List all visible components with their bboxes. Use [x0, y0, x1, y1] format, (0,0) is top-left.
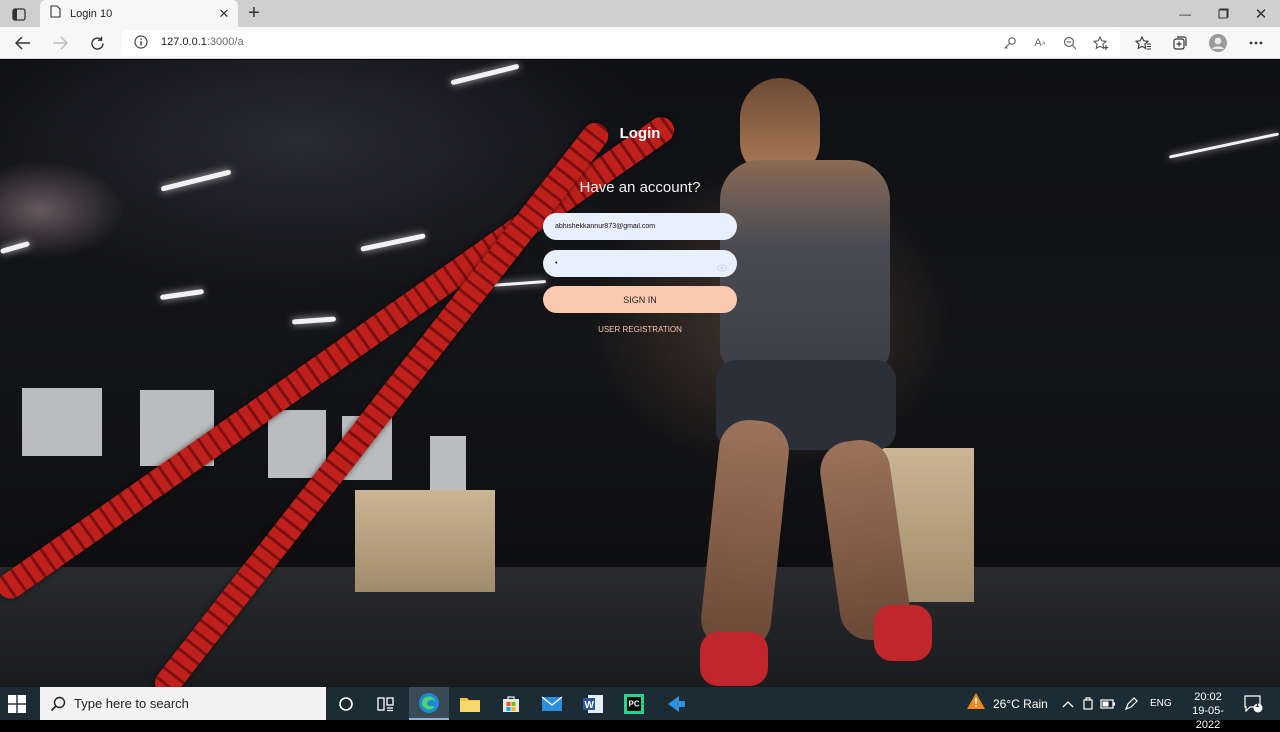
search-placeholder: Type here to search — [74, 696, 189, 711]
weather-icon — [966, 692, 986, 715]
taskbar-search-box[interactable]: Type here to search — [40, 687, 326, 720]
favorites-icon[interactable] — [1131, 31, 1155, 55]
pycharm-icon[interactable]: PC — [614, 687, 654, 720]
show-hidden-icons[interactable] — [1062, 687, 1074, 720]
browser-tab[interactable]: Login 10 ✕ — [40, 0, 238, 27]
search-icon — [50, 696, 66, 712]
cortana-icon[interactable] — [326, 687, 366, 720]
device-icon[interactable] — [1082, 687, 1094, 720]
page-icon — [50, 4, 61, 23]
url-path: :3000/a — [206, 36, 244, 48]
mail-icon[interactable] — [532, 687, 572, 720]
login-page: Login Have an account? SIGN IN USER REGI… — [0, 60, 1280, 687]
sign-in-button[interactable]: SIGN IN — [543, 286, 737, 313]
svg-text:W: W — [585, 700, 595, 711]
user-registration-link[interactable]: USER REGISTRATION — [0, 325, 1280, 334]
tab-title: Login 10 — [70, 7, 113, 20]
profile-avatar[interactable] — [1206, 31, 1230, 55]
windows-start-icon[interactable] — [8, 695, 28, 713]
new-tab-button[interactable]: + — [244, 3, 264, 23]
address-bar[interactable]: 127.0.0.1:3000/a A» — [122, 30, 1120, 56]
password-field[interactable] — [543, 250, 737, 277]
word-icon[interactable]: W — [573, 687, 613, 720]
language-indicator[interactable]: ENG — [1150, 687, 1172, 720]
app-arrow-icon[interactable] — [656, 687, 696, 720]
browser-tab-bar: Login 10 ✕ + — ✕ — [0, 0, 1280, 27]
notification-icon[interactable]: 1 — [1244, 687, 1264, 720]
pen-icon[interactable] — [1124, 687, 1138, 720]
forward-button[interactable] — [48, 31, 72, 55]
refresh-button[interactable] — [85, 31, 109, 55]
login-title: Login — [619, 125, 661, 142]
window-controls: — ✕ — [1166, 0, 1280, 27]
add-favorite-icon[interactable] — [1092, 34, 1110, 52]
minimize-button[interactable]: — — [1166, 0, 1204, 27]
weather-text: 26°C Rain — [993, 696, 1048, 711]
browser-toolbar: 127.0.0.1:3000/a A» — [0, 27, 1280, 59]
key-icon[interactable] — [1001, 34, 1019, 52]
battery-icon[interactable] — [1100, 687, 1116, 720]
email-field[interactable] — [543, 213, 737, 240]
read-aloud-icon[interactable]: A» — [1031, 34, 1049, 52]
maximize-button[interactable] — [1204, 0, 1242, 27]
taskbar: Type here to search W PC 26°C Rain ENG 2… — [0, 687, 1280, 731]
file-explorer-icon[interactable] — [450, 687, 490, 720]
more-menu-icon[interactable] — [1244, 31, 1268, 55]
svg-text:PC: PC — [629, 699, 640, 708]
have-account-heading: Have an account? — [579, 179, 701, 196]
edge-browser-icon[interactable] — [409, 687, 449, 720]
close-window-button[interactable]: ✕ — [1242, 0, 1280, 27]
close-tab-icon[interactable]: ✕ — [216, 6, 232, 22]
store-icon[interactable] — [491, 687, 531, 720]
zoom-out-icon[interactable] — [1061, 34, 1079, 52]
collections-icon[interactable] — [1168, 31, 1192, 55]
back-button[interactable] — [11, 31, 35, 55]
site-info-icon[interactable] — [134, 35, 150, 51]
clock-time: 20:02 — [1194, 691, 1222, 703]
tab-actions-icon[interactable] — [8, 4, 30, 24]
url-text: 127.0.0.1:3000/a — [161, 36, 244, 48]
task-view-icon[interactable] — [366, 687, 406, 720]
show-password-icon[interactable] — [717, 259, 727, 272]
clock[interactable]: 20:02 19-05-2022 — [1180, 690, 1236, 732]
weather-widget[interactable]: 26°C Rain — [966, 687, 1048, 720]
clock-date: 19-05-2022 — [1192, 705, 1224, 731]
notification-count: 1 — [1255, 700, 1260, 709]
url-host: 127.0.0.1 — [161, 36, 207, 48]
